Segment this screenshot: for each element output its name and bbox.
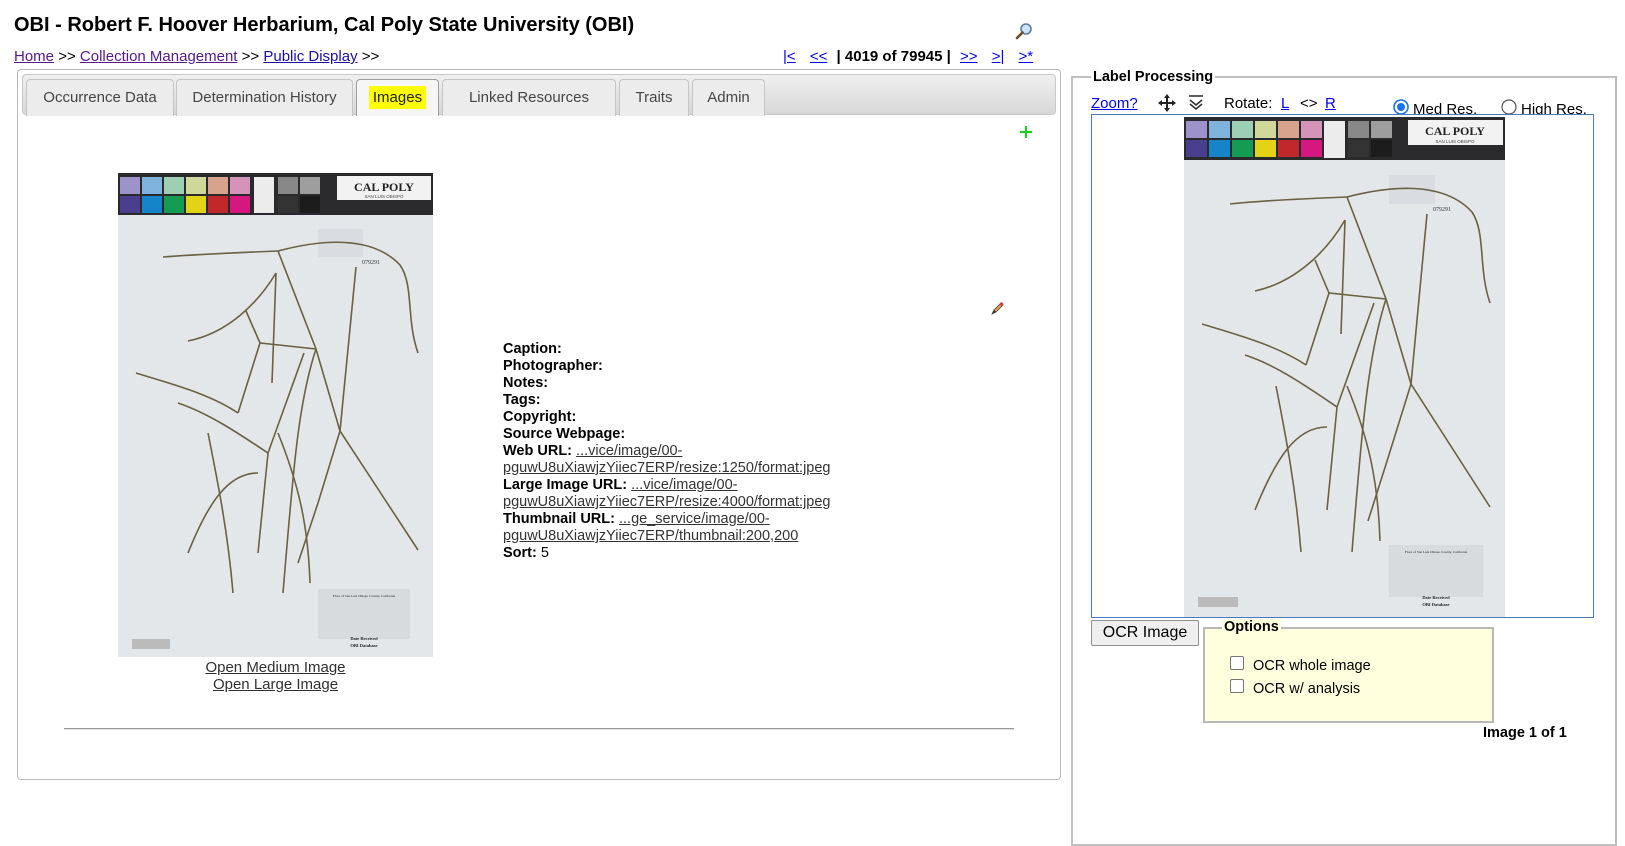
sort-value: 5: [540, 545, 549, 561]
tab-traits[interactable]: Traits: [619, 79, 689, 116]
tab-admin[interactable]: Admin: [692, 79, 765, 116]
magnifier-search-icon[interactable]: [1014, 22, 1034, 42]
breadcrumb-public-display-link[interactable]: Public Display: [263, 48, 357, 65]
viewer-logo-top-text: CAL POLY: [1425, 124, 1485, 138]
copyright-label: Copyright:: [503, 409, 577, 425]
rotate-separator: <>: [1300, 95, 1318, 112]
zoom-link[interactable]: Zoom?: [1091, 95, 1138, 112]
thumbnail-url-link-line-1[interactable]: ...ge_service/image/00-: [619, 511, 770, 527]
pager-position: | 4019 of 79945 |: [836, 48, 951, 65]
ocr-with-analysis-label: OCR w/ analysis: [1253, 681, 1361, 697]
rotate-right-link[interactable]: R: [1325, 95, 1336, 112]
med-res-radio[interactable]: [1393, 98, 1409, 115]
viewer-stamp-line-1: Date Received: [1422, 595, 1450, 600]
label-image-viewer[interactable]: CAL POLY SAN LUIS OBISPO 079291 Flora of…: [1091, 114, 1594, 618]
breadcrumb: Home >> Collection Management >> Public …: [14, 48, 379, 65]
pager-prev-link[interactable]: <<: [810, 48, 828, 65]
large-image-url-link-line-1[interactable]: ...vice/image/00-: [631, 477, 737, 493]
viewer-logo-bottom-text: SAN LUIS OBISPO: [1435, 139, 1475, 144]
web-url-link-line-1[interactable]: ...vice/image/00-: [576, 443, 682, 459]
breadcrumb-separator: >>: [361, 48, 380, 65]
label-processing-toolbar: Zoom? Rotate: L <> R Med Res. High Res.: [1091, 93, 1611, 118]
web-url-label: Web URL:: [503, 443, 573, 459]
viewer-accession-number: 079291: [1433, 207, 1451, 213]
breadcrumb-separator: >>: [58, 48, 76, 65]
source-webpage-label: Source Webpage:: [503, 426, 626, 442]
tab-occurrence-data[interactable]: Occurrence Data: [26, 79, 174, 116]
thumbnail-url-link-line-2[interactable]: pguwU8uXiawjzYiiec7ERP/thumbnail:200,200: [503, 528, 798, 544]
stamp-line-1: Date Received: [350, 636, 378, 641]
add-image-plus-icon[interactable]: [1018, 124, 1034, 140]
image-metadata: Caption: Photographer: Notes: Tags: Copy…: [503, 341, 831, 562]
open-medium-image-link[interactable]: Open Medium Image: [198, 659, 353, 676]
large-image-url-label: Large Image URL:: [503, 477, 628, 493]
tab-determination-history[interactable]: Determination History: [176, 79, 353, 116]
tab-images[interactable]: Images: [356, 79, 439, 116]
ocr-options-fieldset: [1203, 627, 1494, 723]
record-pager: |< << | 4019 of 79945 | >> >| >*: [778, 48, 1038, 65]
ocr-with-analysis-checkbox[interactable]: [1230, 679, 1244, 693]
ocr-options-legend: Options: [1222, 619, 1281, 635]
tab-bar: Occurrence Data Determination History Im…: [22, 74, 1056, 116]
caption-label: Caption:: [503, 341, 562, 357]
image-open-links: Open Medium Image Open Large Image: [198, 659, 353, 693]
specimen-image-medium[interactable]: CAL POLY SAN LUIS OBISPO 079291 Flora of…: [1184, 117, 1505, 617]
pager-next-link[interactable]: >>: [960, 48, 978, 65]
divider: [64, 728, 1014, 730]
page-title: OBI - Robert F. Hoover Herbarium, Cal Po…: [14, 14, 635, 36]
ocr-image-button[interactable]: OCR Image: [1091, 620, 1199, 646]
label-processing-legend: Label Processing: [1091, 69, 1216, 85]
pager-last-link[interactable]: >|: [992, 48, 1005, 65]
ocr-whole-image-option[interactable]: OCR whole image: [1230, 656, 1371, 674]
rotate-label: Rotate:: [1224, 95, 1273, 112]
breadcrumb-separator: >>: [241, 48, 260, 65]
edit-pencil-icon[interactable]: [989, 301, 1005, 317]
rotate-left-link[interactable]: L: [1281, 95, 1289, 112]
high-res-radio[interactable]: [1501, 98, 1517, 115]
image-count: Image 1 of 1: [1483, 725, 1567, 741]
collapse-down-icon[interactable]: [1187, 93, 1205, 115]
ocr-with-analysis-option[interactable]: OCR w/ analysis: [1230, 679, 1361, 697]
stamp-line-2: OBI Database: [350, 643, 377, 648]
thumbnail-url-label: Thumbnail URL:: [503, 511, 615, 527]
logo-bottom-text: SAN LUIS OBISPO: [364, 194, 404, 199]
ocr-whole-image-checkbox[interactable]: [1230, 656, 1244, 670]
sort-label: Sort:: [503, 545, 537, 561]
notes-label: Notes:: [503, 375, 549, 391]
specimen-image-thumbnail[interactable]: CAL POLY SAN LUIS OBISPO 079291 Flora of…: [118, 173, 433, 657]
web-url-link-line-2[interactable]: pguwU8uXiawjzYiiec7ERP/resize:1250/forma…: [503, 460, 831, 476]
accession-number: 079291: [362, 260, 380, 266]
tab-images-label: Images: [368, 86, 427, 109]
large-image-url-link-line-2[interactable]: pguwU8uXiawjzYiiec7ERP/resize:4000/forma…: [503, 494, 831, 510]
breadcrumb-collection-management-link[interactable]: Collection Management: [80, 48, 238, 65]
logo-top-text: CAL POLY: [354, 180, 414, 194]
tags-label: Tags:: [503, 392, 541, 408]
pager-new-record-link[interactable]: >*: [1019, 48, 1034, 65]
photographer-label: Photographer:: [503, 358, 603, 374]
ocr-whole-image-label: OCR whole image: [1253, 658, 1371, 674]
open-large-image-link[interactable]: Open Large Image: [198, 676, 353, 693]
tab-linked-resources[interactable]: Linked Resources: [442, 79, 616, 116]
viewer-stamp-line-2: OBI Database: [1422, 602, 1449, 607]
pager-first-link[interactable]: |<: [783, 48, 796, 65]
breadcrumb-home-link[interactable]: Home: [14, 48, 54, 65]
